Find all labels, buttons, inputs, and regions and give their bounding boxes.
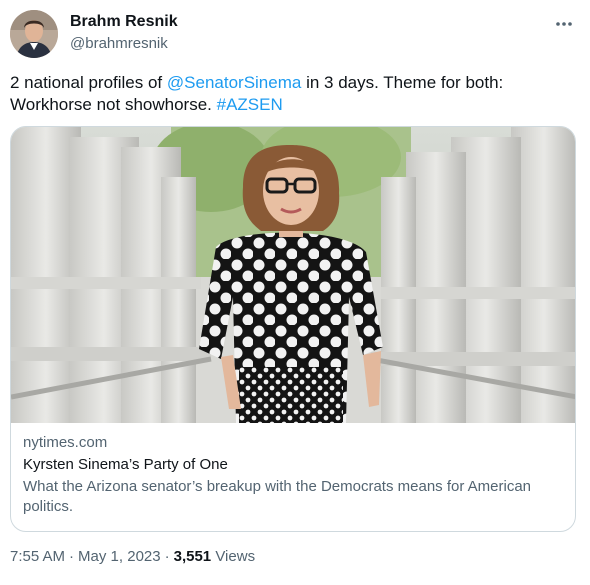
card-description: What the Arizona senator’s breakup with … [23, 478, 532, 515]
avatar[interactable] [10, 10, 58, 58]
separator-dot: · [164, 548, 170, 565]
avatar-photo [10, 10, 58, 58]
hashtag-link[interactable]: #AZSEN [217, 95, 283, 114]
tweet-meta: 7:55 AM · May 1, 2023 · 3,551 Views [10, 547, 255, 567]
card-body: nytimes.com Kyrsten Sinema’s Party of On… [23, 433, 563, 517]
handle[interactable]: @brahmresnik [70, 34, 178, 54]
card-image[interactable] [11, 127, 575, 423]
views-count[interactable]: 3,551 [174, 548, 212, 565]
more-button[interactable] [550, 10, 578, 38]
author-info: Brahm Resnik @brahmresnik [70, 12, 178, 54]
display-name[interactable]: Brahm Resnik [70, 12, 178, 32]
tweet-time[interactable]: 7:55 AM [10, 548, 65, 565]
tweet-date[interactable]: May 1, 2023 [78, 548, 161, 565]
tweet: Brahm Resnik @brahmresnik 2 national pro… [0, 0, 590, 585]
separator-dot: · [69, 548, 75, 565]
card-photo [11, 127, 575, 423]
mention-link[interactable]: @SenatorSinema [167, 73, 301, 92]
views-label: Views [215, 548, 256, 565]
card-domain: nytimes.com [23, 434, 108, 451]
link-card[interactable]: nytimes.com Kyrsten Sinema’s Party of On… [10, 126, 576, 532]
more-horizontal-icon [556, 22, 572, 26]
tweet-text: 2 national profiles of @SenatorSinema in… [10, 72, 570, 116]
card-title: Kyrsten Sinema’s Party of One [23, 456, 228, 473]
tweet-text-part: 2 national profiles of [10, 73, 167, 92]
